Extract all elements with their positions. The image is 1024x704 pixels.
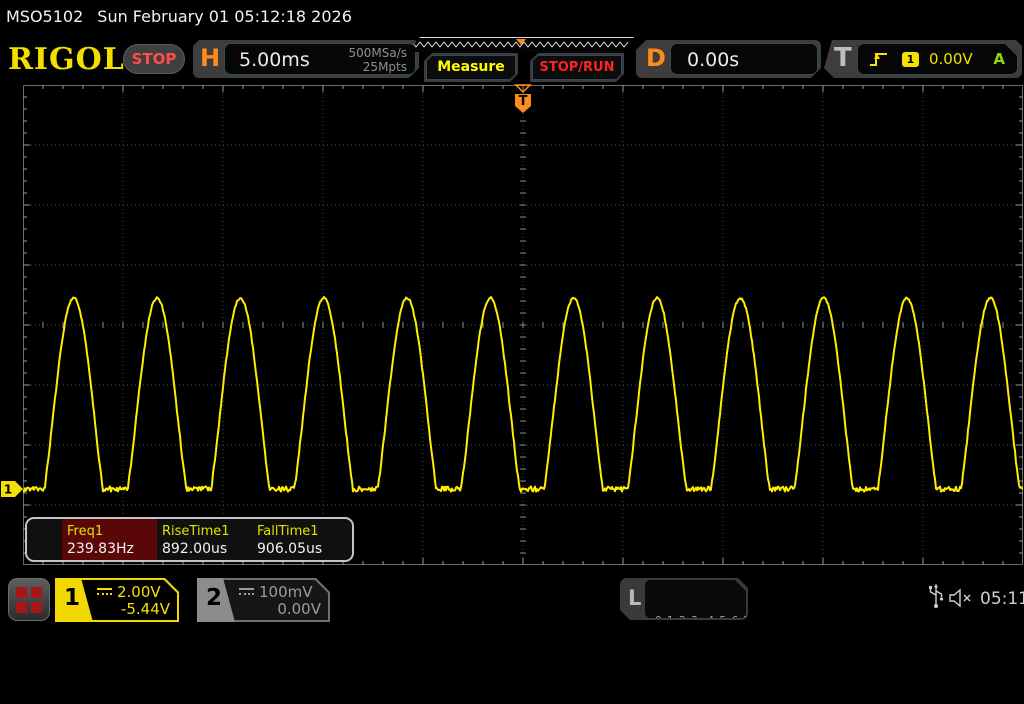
acquisition-status-badge[interactable]: STOP bbox=[123, 44, 185, 74]
trigger-marker-letter: T bbox=[519, 94, 528, 109]
logic-channels-row2: 8 9 1011 12131415 bbox=[655, 659, 776, 674]
trigger-settings-box[interactable]: T 1 0.00V A bbox=[824, 40, 1022, 78]
trigger-sweep-mode: A bbox=[993, 50, 1005, 68]
sample-rate: 500MSa/s bbox=[348, 46, 407, 60]
logic-label: L bbox=[628, 586, 641, 610]
trigger-label: T bbox=[834, 43, 852, 73]
measure-button[interactable]: Measure bbox=[426, 55, 516, 80]
delay-settings-box[interactable]: D 0.00s bbox=[636, 40, 821, 78]
channel2-scale: 100mV bbox=[259, 583, 313, 601]
channel1-badge[interactable]: 1 2.00V -5.44V bbox=[55, 578, 179, 622]
channel1-position-marker[interactable]: 1 bbox=[1, 480, 24, 498]
timebase-value: 5.00ms bbox=[239, 49, 310, 71]
channel1-marker-number: 1 bbox=[4, 483, 12, 497]
rigol-logo: RIGOL bbox=[8, 42, 125, 77]
system-datetime: Sun February 01 05:12:18 2026 bbox=[97, 7, 352, 26]
dc-coupling-icon bbox=[97, 588, 112, 597]
channel2-badge[interactable]: 2 100mV 0.00V bbox=[197, 578, 330, 622]
measurement-item-risetime[interactable]: RiseTime1 892.00us bbox=[157, 519, 252, 560]
titlebar: MSO5102 Sun February 01 05:12:18 2026 bbox=[6, 7, 352, 26]
channel2-offset: 0.00V bbox=[277, 600, 321, 618]
trigger-level-value: 0.00V bbox=[929, 50, 973, 68]
measurement-panel[interactable]: Freq1 239.83Hz RiseTime1 892.00us FallTi… bbox=[25, 517, 354, 562]
trigger-source-badge: 1 bbox=[902, 52, 919, 67]
logic-channels-row1: 0 1 2 3 4 5 6 7 bbox=[655, 614, 776, 629]
channel1-offset: -5.44V bbox=[121, 600, 170, 618]
usb-icon bbox=[928, 582, 944, 610]
measurement-value: 906.05us bbox=[257, 540, 347, 558]
delay-values: 0.00s bbox=[670, 43, 818, 75]
measurement-label: Freq1 bbox=[67, 523, 157, 540]
overview-position-marker-icon bbox=[516, 39, 526, 45]
logic-channels-badge[interactable]: L 0 1 2 3 4 5 6 7 8 9 1011 12131415 bbox=[620, 578, 748, 620]
horizontal-label: H bbox=[200, 44, 220, 72]
measurement-value: 892.00us bbox=[162, 540, 252, 558]
speaker-muted-icon bbox=[948, 588, 974, 608]
waveform-overview-strip[interactable] bbox=[408, 37, 634, 52]
horizontal-settings-box[interactable]: H 5.00ms 500MSa/s 25Mpts bbox=[193, 40, 419, 78]
delay-label: D bbox=[646, 44, 666, 72]
channel1-scale: 2.00V bbox=[117, 583, 161, 601]
measurement-label: FallTime1 bbox=[257, 523, 347, 540]
stoprun-button-frame: STOP/RUN bbox=[530, 53, 624, 82]
measurement-value: 239.83Hz bbox=[67, 540, 157, 558]
stop-run-button[interactable]: STOP/RUN bbox=[532, 55, 622, 80]
measurement-label: RiseTime1 bbox=[162, 523, 252, 540]
horizontal-values: 5.00ms 500MSa/s 25Mpts bbox=[224, 43, 416, 75]
dc-coupling-icon bbox=[239, 588, 254, 597]
trigger-slope-icon bbox=[868, 50, 890, 68]
delay-value: 0.00s bbox=[687, 49, 739, 71]
measure-button-frame: Measure bbox=[424, 53, 518, 82]
measurement-item-falltime[interactable]: FallTime1 906.05us bbox=[252, 519, 347, 560]
measurement-item-freq[interactable]: Freq1 239.83Hz bbox=[62, 519, 157, 560]
clock-time: 05:11 bbox=[980, 589, 1024, 609]
memory-depth: 25Mpts bbox=[348, 60, 407, 74]
trigger-position-marker[interactable]: T bbox=[512, 84, 534, 116]
grid-menu-icon[interactable] bbox=[8, 578, 50, 621]
waveform-display-area[interactable] bbox=[23, 85, 1023, 565]
model-name: MSO5102 bbox=[6, 7, 83, 26]
trigger-values: 1 0.00V A bbox=[857, 43, 1018, 75]
